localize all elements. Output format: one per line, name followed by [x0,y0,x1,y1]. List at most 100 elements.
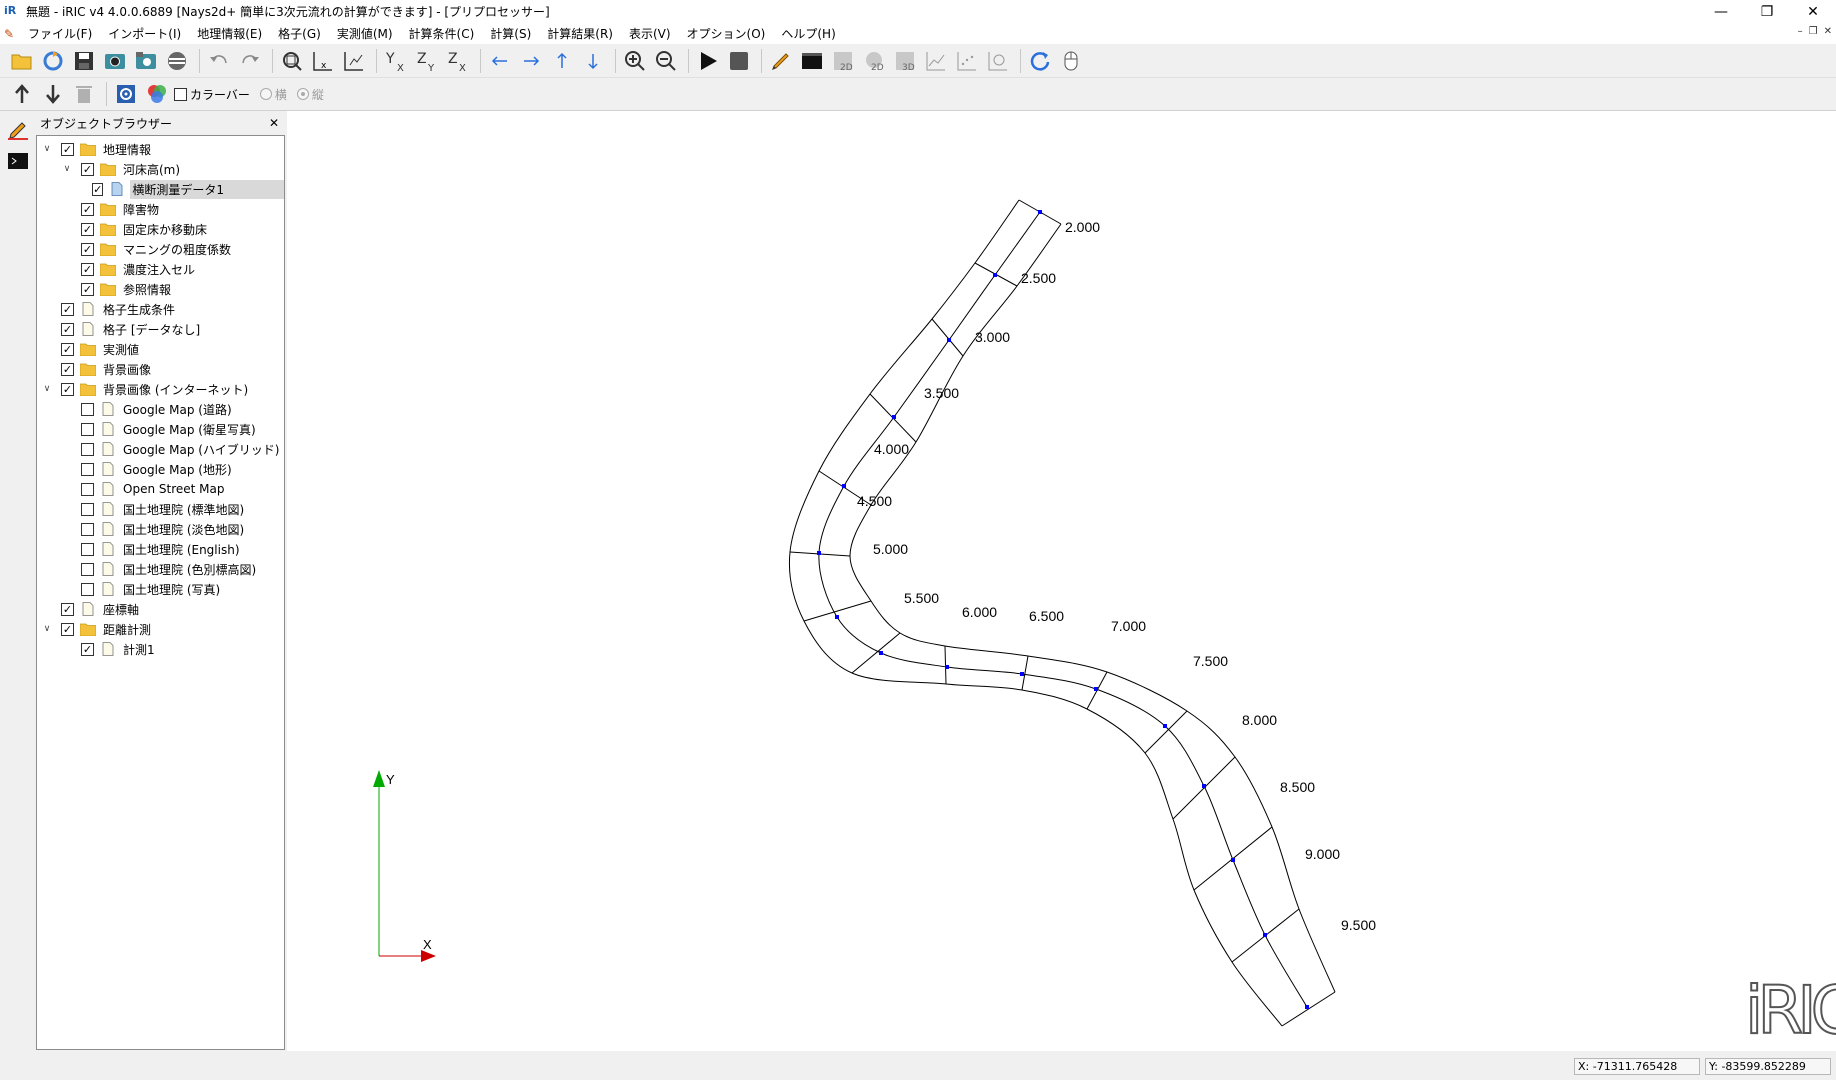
minimize-button[interactable]: — [1698,0,1744,23]
centerline-point[interactable] [1038,210,1042,214]
centerline-point[interactable] [1020,672,1024,676]
tree-item-checkbox[interactable]: ✓ [81,202,94,216]
tree-item[interactable]: ✓ 計測1 [37,639,284,659]
tree-item[interactable]: ✓ 横断測量データ1 [37,179,284,199]
scatter-button[interactable] [953,47,980,74]
tree-item-checkbox[interactable]: ✓ [61,382,74,396]
tree-item[interactable]: ✓ 障害物 [37,199,284,219]
tree-item[interactable]: 国土地理院 (標準地図) [37,499,284,519]
mouse-help-button[interactable] [1057,47,1084,74]
tree-item[interactable]: ✓ 座標軸 [37,599,284,619]
tree-item[interactable]: ✓ 実測値 [37,339,284,359]
stop-button[interactable] [725,47,752,74]
tree-item[interactable]: ∨ ✓ 背景画像 (インターネット) [37,379,284,399]
view-zx-button[interactable]: ZX [444,47,471,74]
mdi-restore-button[interactable]: ❐ [1809,26,1818,37]
tree-item-checkbox[interactable]: ✓ [81,242,94,256]
edit-tool-button[interactable] [4,117,32,143]
tree-item-checkbox[interactable]: ✓ [81,282,94,296]
tree-item-checkbox[interactable]: ✓ [61,362,74,376]
menu-view[interactable]: 表示(V) [621,25,679,42]
tree-item-checkbox[interactable]: ✓ [92,182,104,196]
centerline-point[interactable] [835,615,839,619]
tree-item-checkbox[interactable]: ✓ [61,302,74,316]
menu-grid[interactable]: 格子(G) [270,25,329,42]
tree-item[interactable]: ✓ マニングの粗度係数 [37,239,284,259]
properties-button[interactable] [112,81,139,108]
run-button[interactable] [694,47,721,74]
object-browser-close-button[interactable]: ✕ [269,116,279,130]
close-button[interactable]: ✕ [1790,0,1836,23]
mdi-minimize-button[interactable]: – [1798,26,1803,37]
tree-item-checkbox[interactable] [81,442,94,456]
colorbar-checkbox-box[interactable] [174,87,187,101]
move-right-button[interactable] [517,47,544,74]
tree-item[interactable]: Google Map (衛星写真) [37,419,284,439]
axis-scale-button[interactable] [340,47,367,74]
delete-button[interactable] [70,81,97,108]
menu-options[interactable]: オプション(O) [679,25,774,42]
tree-item[interactable]: ✓ 格子 [データなし] [37,319,284,339]
centerline-point[interactable] [945,665,949,669]
tree-item-checkbox[interactable]: ✓ [61,602,74,616]
cross-section-line[interactable] [851,632,901,674]
move-down-button[interactable] [579,47,606,74]
expand-chevron-icon[interactable]: ∨ [61,159,73,179]
centerline-point[interactable] [842,484,846,488]
tree-item-checkbox[interactable] [81,542,94,556]
cross-section-line[interactable] [1144,710,1188,754]
menu-geodata[interactable]: 地理情報(E) [189,25,270,42]
tree-item[interactable]: Google Map (地形) [37,459,284,479]
colorbar-checkbox[interactable]: カラーバー [174,86,250,103]
zoom-out-button[interactable] [652,47,679,74]
menu-results[interactable]: 計算結果(R) [539,25,621,42]
menu-file[interactable]: ファイル(F) [20,25,100,42]
color-setting-button[interactable] [143,81,170,108]
tree-item[interactable]: ∨ ✓ 河床高(m) [37,159,284,179]
centerline-point[interactable] [1305,1005,1309,1009]
tree-item-checkbox[interactable] [81,462,94,476]
tree-item-checkbox[interactable]: ✓ [81,222,94,236]
edit-button[interactable] [767,47,794,74]
message-tool-button[interactable] [4,149,32,175]
tree-item[interactable]: Google Map (道路) [37,399,284,419]
save-button[interactable] [70,47,97,74]
view-zy-button[interactable]: ZY [413,47,440,74]
expand-chevron-icon[interactable]: ∨ [41,139,53,159]
menu-help[interactable]: ヘルプ(H) [773,25,843,42]
tree-item[interactable]: ✓ 格子生成条件 [37,299,284,319]
move-up-button[interactable] [548,47,575,74]
expand-chevron-icon[interactable]: ∨ [41,619,53,639]
tree-item[interactable]: 国土地理院 (色別標高図) [37,559,284,579]
graph-button[interactable] [922,47,949,74]
tree-item-checkbox[interactable]: ✓ [61,622,74,636]
menu-measured[interactable]: 実測値(M) [329,25,401,42]
tree-item-checkbox[interactable] [81,502,94,516]
centerline-point[interactable] [1231,858,1235,862]
centerline-point[interactable] [1263,933,1267,937]
centerline-point[interactable] [947,338,951,342]
tree-item[interactable]: ✓ 参照情報 [37,279,284,299]
tree-item-checkbox[interactable] [81,582,94,596]
tree-item[interactable]: ✓ 濃度注入セル [37,259,284,279]
horizontal-radio[interactable]: 横 [259,86,287,103]
tree-item[interactable]: ∨ ✓ 距離計測 [37,619,284,639]
post-2d-button[interactable]: 2D [829,47,856,74]
centerline-point[interactable] [892,415,896,419]
tree-item[interactable]: 国土地理院 (淡色地図) [37,519,284,539]
mdi-close-button[interactable]: ✕ [1824,26,1832,37]
centerline-point[interactable] [1202,784,1206,788]
tree-item-checkbox[interactable]: ✓ [61,142,74,156]
centerline-point[interactable] [993,273,997,277]
reload-button[interactable] [39,47,66,74]
tree-item[interactable]: 国土地理院 (English) [37,539,284,559]
menu-calc-condition[interactable]: 計算条件(C) [401,25,483,42]
tree-item[interactable]: 国土地理院 (写真) [37,579,284,599]
move-left-button[interactable] [486,47,513,74]
tree-item-checkbox[interactable]: ✓ [81,642,94,656]
undo-button[interactable] [205,47,232,74]
tree-item-checkbox[interactable]: ✓ [61,342,74,356]
menu-import[interactable]: インポート(I) [100,25,189,42]
tree-item[interactable]: ✓ 固定床か移動床 [37,219,284,239]
tree-item-checkbox[interactable]: ✓ [81,262,94,276]
